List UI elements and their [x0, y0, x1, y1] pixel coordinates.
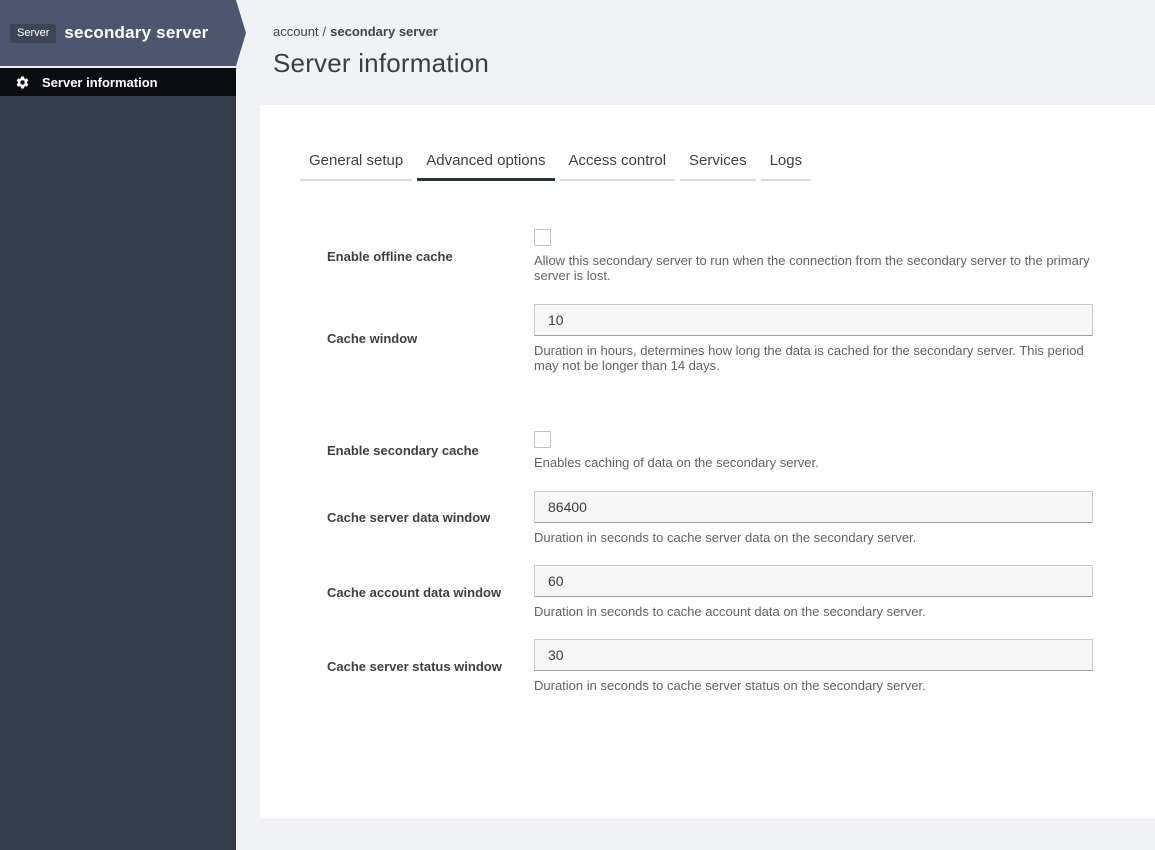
form-row-enable-offline-cache: Enable offline cache Allow this secondar…	[327, 229, 1093, 284]
field-help-cache-server-status-window: Duration in seconds to cache server stat…	[534, 678, 926, 694]
field-help-enable-secondary-cache: Enables caching of data on the secondary…	[534, 455, 819, 471]
form-row-cache-window: Cache window Duration in hours, determin…	[327, 303, 1093, 374]
form-row-cache-server-data-window: Cache server data window Duration in sec…	[327, 490, 1093, 545]
main-area: account / secondary server Server informat…	[236, 0, 1155, 850]
advanced-options-form: Enable offline cache Allow this secondar…	[327, 229, 1093, 694]
tab-logs[interactable]: Logs	[760, 152, 812, 181]
breadcrumb-separator: /	[322, 24, 327, 39]
content-panel: General setup Advanced options Access co…	[260, 105, 1155, 818]
field-label-enable-offline-cache: Enable offline cache	[327, 248, 453, 264]
page-title: Server information	[273, 48, 490, 78]
field-label-cache-account-data-window: Cache account data window	[327, 584, 502, 600]
field-label-cache-server-data-window: Cache server data window	[327, 510, 491, 526]
breadcrumb: account / secondary server	[273, 24, 1155, 39]
field-label-enable-secondary-cache: Enable secondary cache	[327, 443, 479, 459]
tab-services[interactable]: Services	[680, 152, 756, 181]
cache-account-data-window-input[interactable]	[534, 564, 1093, 597]
field-help-enable-offline-cache: Allow this secondary server to run when …	[534, 253, 1090, 284]
tab-bar: General setup Advanced options Access co…	[300, 152, 1155, 181]
field-label-cache-window: Cache window	[327, 330, 418, 346]
server-type-badge: Server	[10, 23, 57, 43]
sidebar-nav: Server information	[0, 68, 236, 96]
cache-server-status-window-input[interactable]	[534, 639, 1093, 672]
breadcrumb-current: secondary server	[330, 24, 438, 39]
sidebar-item-server-information[interactable]: Server information	[0, 68, 236, 96]
field-help-cache-account-data-window: Duration in seconds to cache account dat…	[534, 603, 926, 619]
enable-secondary-cache-checkbox[interactable]	[534, 431, 551, 449]
field-label-cache-server-status-window: Cache server status window	[327, 658, 502, 674]
tab-advanced-options[interactable]: Advanced options	[417, 152, 555, 181]
form-row-cache-server-status-window: Cache server status window Duration in s…	[327, 639, 1093, 693]
sidebar: Server secondary server Server informati…	[0, 0, 246, 850]
field-help-cache-server-data-window: Duration in seconds to cache server data…	[534, 529, 917, 545]
cache-window-input[interactable]	[534, 303, 1093, 336]
form-row-enable-secondary-cache: Enable secondary cache Enables caching o…	[327, 431, 1093, 470]
enable-offline-cache-checkbox[interactable]	[534, 229, 551, 246]
form-row-cache-account-data-window: Cache account data window Duration in se…	[327, 564, 1093, 619]
app-window: Server secondary server Server informati…	[0, 0, 1155, 850]
sidebar-header: Server secondary server	[0, 0, 246, 66]
tab-access-control[interactable]: Access control	[559, 152, 676, 181]
breadcrumb-account-link[interactable]: account	[273, 24, 319, 39]
nav-item-label: Server information	[42, 74, 158, 90]
gear-icon	[15, 75, 30, 90]
cache-server-data-window-input[interactable]	[534, 490, 1093, 523]
page-header: account / secondary server Server informat…	[236, 0, 1155, 105]
sidebar-server-name: secondary server	[64, 23, 209, 42]
tab-general-setup[interactable]: General setup	[300, 152, 413, 181]
field-help-cache-window: Duration in hours, determines how long t…	[534, 342, 1084, 373]
